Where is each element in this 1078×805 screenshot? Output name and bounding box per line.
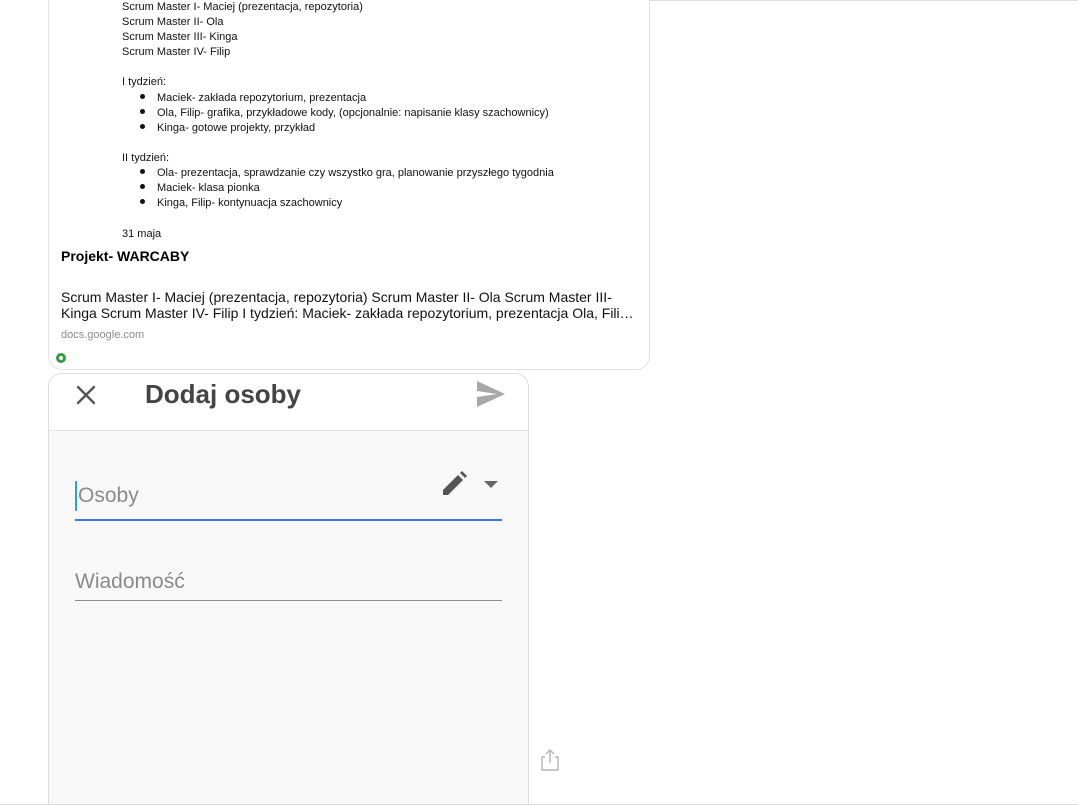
add-people-dialog: Dodaj osoby: [48, 373, 529, 805]
screen: Scrum Master I- Maciej (prezentacja, rep…: [0, 0, 1078, 805]
sent-status-icon: [56, 353, 66, 363]
doc-week1-heading: I tydzień:: [122, 76, 167, 88]
doc-line-sm2: Scrum Master II- Ola: [122, 16, 224, 28]
permission-dropdown-button[interactable]: [479, 475, 503, 493]
doc-line-sm3: Scrum Master III- Kinga: [122, 31, 238, 43]
doc-date: 31 maja: [122, 228, 162, 240]
caret-down-icon: [484, 481, 498, 488]
share-icon: [541, 749, 559, 771]
top-divider: [649, 0, 1078, 1]
doc-week2-heading: II tydzień:: [122, 152, 170, 164]
doc-week2-item: Kinga, Filip- kontynuacja szachownicy: [140, 196, 342, 211]
send-button[interactable]: [475, 379, 507, 409]
link-domain: docs.google.com: [61, 329, 145, 341]
close-icon: [76, 385, 96, 405]
doc-week1-item: Ola, Filip- grafika, przykładowe kody, (…: [140, 106, 549, 121]
doc-line-sm1: Scrum Master I- Maciej (prezentacja, rep…: [122, 1, 363, 13]
bullet-icon: [140, 184, 145, 189]
edit-permission-button[interactable]: [439, 469, 469, 499]
link-preview-card[interactable]: Scrum Master I- Maciej (prezentacja, rep…: [48, 0, 650, 370]
bullet-icon: [140, 169, 145, 174]
doc-week1-item: Kinga- gotowe projekty, przykład: [140, 121, 315, 136]
link-title[interactable]: Projekt- WARCABY: [61, 248, 189, 264]
people-field: [75, 469, 502, 523]
dialog-title: Dodaj osoby: [145, 379, 302, 409]
link-description: Scrum Master I- Maciej (prezentacja, rep…: [61, 289, 633, 321]
doc-week2-item: Ola- prezentacja, sprawdzanie czy wszyst…: [140, 166, 554, 181]
doc-week1-item: Maciek- zakłada repozytorium, prezentacj…: [140, 91, 366, 106]
pencil-icon: [443, 471, 467, 495]
bullet-icon: [140, 124, 145, 129]
people-input[interactable]: [75, 481, 438, 511]
bullet-icon: [140, 109, 145, 114]
bullet-icon: [140, 94, 145, 99]
message-field: [75, 564, 502, 604]
doc-week2-item: Maciek- klasa pionka: [140, 181, 260, 196]
bullet-icon: [140, 199, 145, 204]
people-input-underline: [75, 519, 502, 521]
message-input-underline: [75, 600, 502, 601]
share-button[interactable]: [539, 748, 561, 772]
close-button[interactable]: [71, 380, 101, 410]
dialog-header: Dodaj osoby: [49, 374, 528, 431]
send-icon: [477, 381, 505, 407]
message-input[interactable]: [75, 567, 502, 597]
doc-line-sm4: Scrum Master IV- Filip: [122, 46, 231, 58]
